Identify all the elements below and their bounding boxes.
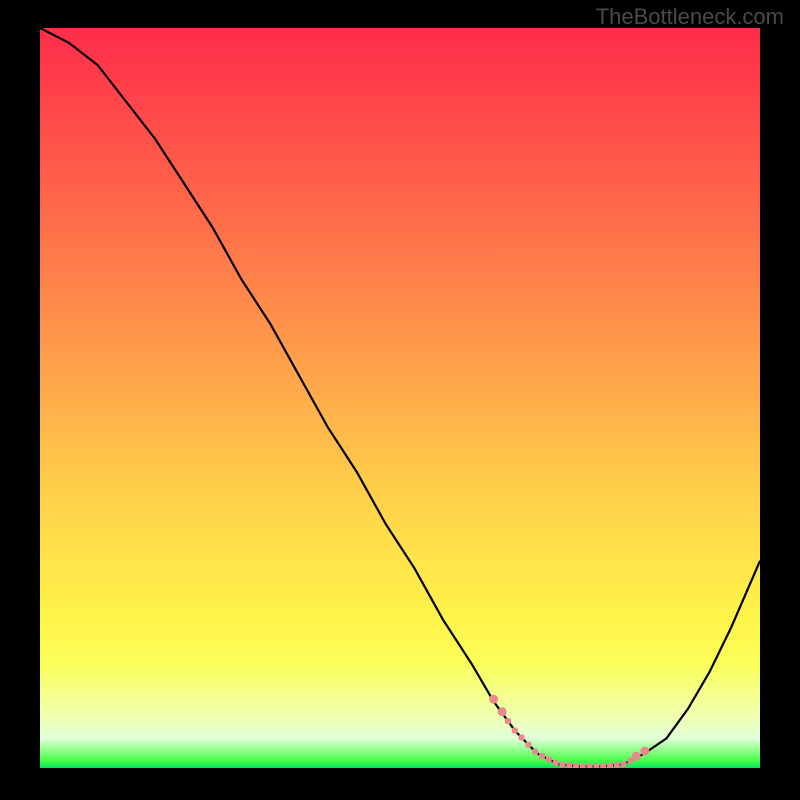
plot-area bbox=[40, 28, 760, 768]
bottleneck-curve bbox=[40, 28, 760, 767]
optimal-zone-markers bbox=[489, 695, 649, 768]
curve-layer bbox=[40, 28, 760, 768]
watermark-text: TheBottleneck.com bbox=[596, 4, 784, 30]
